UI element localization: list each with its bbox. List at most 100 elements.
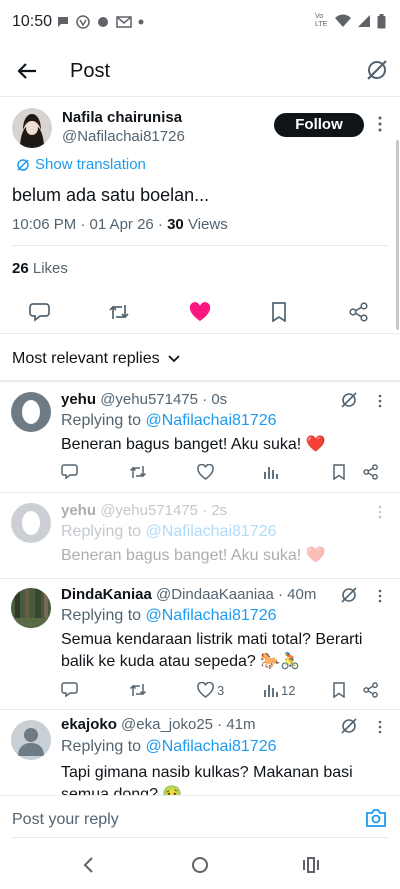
bookmark-icon[interactable]	[332, 464, 346, 480]
post-timestamp: 10:06 PM · 01 Apr 26 ·	[12, 216, 168, 233]
replying-to: Replying to @Nafilachai81726	[61, 412, 277, 430]
reply-icon[interactable]	[29, 302, 50, 322]
translate-icon	[17, 158, 29, 171]
signal-icon	[358, 15, 370, 27]
views-icon	[264, 685, 278, 697]
grok-icon[interactable]	[340, 717, 358, 735]
reply-avatar[interactable]	[11, 503, 51, 543]
appbar-divider	[0, 96, 400, 97]
views-icon[interactable]	[263, 464, 278, 480]
post-meta: 10:06 PM · 01 Apr 26 · 30 Views	[12, 216, 228, 233]
reply-header: yehu @yehu571475 · 2s	[61, 502, 227, 519]
share-icon[interactable]	[363, 464, 379, 480]
nav-home-icon[interactable]	[191, 856, 209, 874]
more-options-icon[interactable]	[378, 720, 382, 734]
author-avatar[interactable]	[12, 108, 52, 148]
reply-text: Tapi gimana nasib kulkas? Makanan basi s…	[61, 762, 381, 795]
reply-actions: 3 12	[61, 682, 386, 702]
reply-author-name[interactable]: yehu	[61, 391, 96, 408]
reply-author-handle[interactable]: @yehu571475 · 0s	[100, 391, 227, 408]
reply-author-name[interactable]: yehu	[61, 502, 96, 519]
author-handle[interactable]: @Nafilachai81726	[62, 128, 185, 145]
like-icon-filled[interactable]	[189, 302, 211, 322]
reply-item[interactable]: DindaKaniaa @DindaaKaaniaa · 40m Replyin…	[0, 579, 400, 709]
translation-label: Show translation	[35, 156, 146, 173]
meta-divider	[12, 245, 388, 246]
reply-icon[interactable]	[61, 464, 78, 480]
reply-author-handle[interactable]: @eka_joko25 · 41m	[121, 716, 255, 733]
reply-avatar[interactable]	[11, 588, 51, 628]
reply-item[interactable]: yehu @yehu571475 · 2s Replying to @Nafil…	[0, 493, 400, 578]
grok-icon[interactable]	[340, 391, 358, 409]
more-options-icon[interactable]	[378, 505, 382, 519]
reply-item[interactable]: ekajoko @eka_joko25 · 41m Replying to @N…	[0, 710, 400, 795]
reply-header: yehu @yehu571475 · 0s	[61, 391, 227, 408]
reply-icon[interactable]	[61, 682, 78, 698]
replying-to: Replying to @Nafilachai81726	[61, 523, 277, 541]
replying-to-handle[interactable]: @Nafilachai81726	[146, 738, 277, 755]
system-nav-bar	[0, 840, 400, 889]
reply-text: Beneran bagus banget! Aku suka! ❤️	[61, 547, 326, 564]
reply-text-line: Semua kendaraan listrik mati total? Bera…	[61, 631, 363, 648]
like-icon[interactable]	[197, 464, 214, 480]
more-options-icon[interactable]	[378, 116, 382, 132]
replying-to-handle[interactable]: @Nafilachai81726	[146, 412, 277, 429]
nav-back-icon[interactable]	[82, 857, 94, 873]
nav-recents-icon[interactable]	[303, 857, 319, 873]
views-button[interactable]: 12	[263, 682, 295, 698]
replying-prefix: Replying to	[61, 738, 146, 755]
page-title: Post	[70, 60, 111, 82]
reply-item[interactable]: yehu @yehu571475 · 0s Replying to @Nafil…	[0, 382, 400, 492]
back-arrow-icon[interactable]	[16, 60, 38, 82]
camera-icon[interactable]	[366, 809, 386, 827]
reply-text: Beneran bagus banget! Aku suka! ❤️	[61, 436, 326, 453]
more-options-icon[interactable]	[378, 394, 382, 408]
replies-sort-dropdown[interactable]: Most relevant replies	[12, 350, 180, 368]
replying-to-handle[interactable]: @Nafilachai81726	[146, 523, 277, 540]
scrollbar[interactable]	[396, 140, 399, 330]
like-icon	[197, 682, 214, 698]
replying-to: Replying to @Nafilachai81726	[61, 738, 277, 756]
bookmark-icon[interactable]	[270, 302, 288, 322]
status-bar: 10:50 Vo LTE	[0, 0, 400, 46]
bookmark-icon[interactable]	[332, 682, 346, 698]
repost-icon[interactable]	[108, 302, 130, 322]
reply-author-handle[interactable]: @DindaaKaaniaa · 40m	[156, 586, 316, 603]
reply-input[interactable]: Post your reply	[12, 811, 119, 829]
repost-icon[interactable]	[129, 464, 147, 480]
repost-icon[interactable]	[129, 682, 147, 698]
show-translation[interactable]: Show translation	[16, 156, 146, 173]
reply-author-handle[interactable]: @yehu571475 · 2s	[100, 502, 227, 519]
replying-prefix: Replying to	[61, 523, 146, 540]
replies-sort-label: Most relevant replies	[12, 350, 160, 367]
replying-prefix: Replying to	[61, 607, 146, 624]
grok-icon[interactable]	[340, 586, 358, 604]
composer-divider	[12, 837, 388, 838]
share-icon[interactable]	[349, 302, 369, 322]
volte-label: Vo LTE	[315, 13, 328, 28]
author-name[interactable]: Nafila chairunisa	[62, 109, 182, 126]
more-options-icon[interactable]	[378, 589, 382, 603]
likes-summary[interactable]: 26 Likes	[12, 260, 68, 277]
chat-icon	[58, 17, 68, 27]
like-count: 3	[217, 682, 225, 698]
share-icon[interactable]	[363, 682, 379, 698]
app-bar: Post	[0, 46, 400, 96]
reply-avatar[interactable]	[11, 392, 51, 432]
reply-header: DindaKaniaa @DindaaKaaniaa · 40m	[61, 586, 316, 603]
system-indicators: Vo LTE	[315, 13, 386, 29]
reply-author-name[interactable]: ekajoko	[61, 716, 117, 733]
reply-avatar[interactable]	[11, 720, 51, 760]
replying-prefix: Replying to	[61, 412, 146, 429]
reply-author-name[interactable]: DindaKaniaa	[61, 586, 152, 603]
likes-label: Likes	[28, 260, 68, 277]
grok-icon[interactable]	[365, 58, 389, 82]
views-label: Views	[183, 216, 228, 233]
reply-text-line: semua dong? 🤢	[61, 786, 183, 795]
reply-header: ekajoko @eka_joko25 · 41m	[61, 716, 256, 733]
reply-composer[interactable]: Post your reply	[0, 795, 400, 839]
follow-button[interactable]: Follow	[274, 113, 364, 137]
chevron-down-icon	[167, 355, 180, 363]
replying-to-handle[interactable]: @Nafilachai81726	[146, 607, 277, 624]
like-button[interactable]: 3	[197, 682, 224, 698]
